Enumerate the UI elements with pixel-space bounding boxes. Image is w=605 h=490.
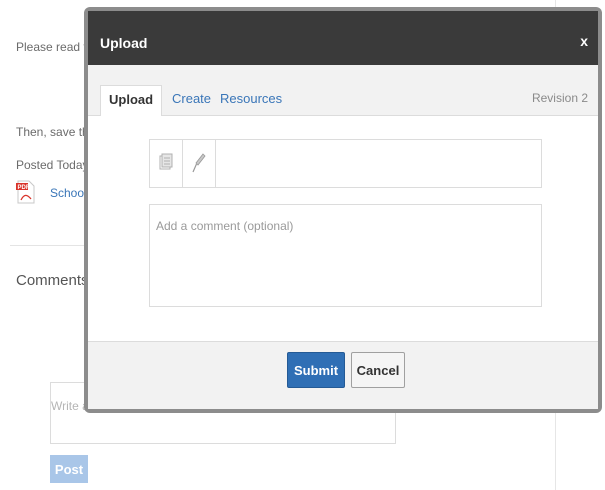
dialog-title: Upload xyxy=(100,35,148,51)
close-icon[interactable]: x xyxy=(580,33,588,49)
tab-resources[interactable]: Resources xyxy=(212,85,290,116)
pdf-badge-text: PDF xyxy=(18,185,30,191)
attach-file-button[interactable] xyxy=(150,140,183,187)
tab-upload[interactable]: Upload xyxy=(100,85,163,116)
pdf-file-icon: PDF xyxy=(16,180,36,204)
upload-dialog: Upload x Upload Create Resources Revisio… xyxy=(84,7,602,413)
dialog-titlebar: Upload x xyxy=(88,11,598,65)
upload-file-field xyxy=(149,139,542,188)
post-button[interactable]: Post xyxy=(50,455,88,483)
cancel-button[interactable]: Cancel xyxy=(351,352,405,388)
revision-label: Revision 2 xyxy=(531,91,588,105)
upload-comment-input[interactable] xyxy=(149,204,542,307)
submit-button[interactable]: Submit xyxy=(287,352,345,388)
dialog-footer: Submit Cancel xyxy=(88,341,598,409)
tab-create[interactable]: Create xyxy=(164,85,219,116)
record-audio-button[interactable] xyxy=(183,140,216,187)
dialog-tabs: Upload Create Resources Revision 2 xyxy=(88,65,598,116)
comments-heading: Comments xyxy=(16,272,89,289)
